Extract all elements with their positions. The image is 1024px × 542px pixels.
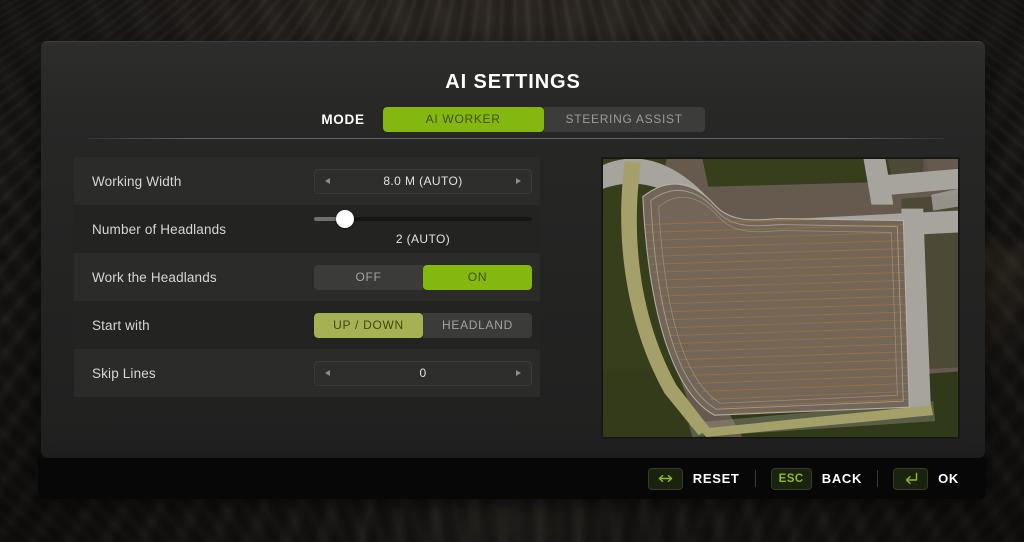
mode-selector-row: MODE AI WORKER STEERING ASSIST (41, 107, 985, 132)
headlands-slider-knob[interactable] (336, 210, 354, 228)
key-hint-back[interactable]: ESC BACK (771, 468, 863, 490)
field-preview-frame (601, 157, 960, 439)
work-headlands-option-off[interactable]: OFF (314, 265, 423, 290)
start-with-option-headland[interactable]: HEADLAND (423, 313, 532, 338)
key-hint-ok-label: OK (938, 471, 959, 486)
key-hint-reset-label: RESET (693, 471, 740, 486)
key-hint-ok[interactable]: OK (893, 468, 959, 490)
key-hint-separator-1 (755, 470, 756, 487)
headlands-slider-value: 2 (AUTO) (314, 232, 532, 246)
key-hint-separator-2 (877, 470, 878, 487)
working-width-value: 8.0 M (AUTO) (383, 174, 462, 188)
headlands-slider[interactable]: 2 (AUTO) (314, 206, 532, 252)
work-headlands-toggle[interactable]: OFF ON (314, 265, 532, 290)
setting-control-skip-lines: 0 (314, 361, 532, 386)
working-width-stepper[interactable]: 8.0 M (AUTO) (314, 169, 532, 194)
field-preview-svg (603, 159, 958, 437)
setting-control-working-width: 8.0 M (AUTO) (314, 169, 532, 194)
setting-row-work-the-headlands: Work the Headlands OFF ON (74, 253, 540, 301)
reset-arrows-icon[interactable] (648, 468, 683, 490)
working-width-increase-icon[interactable] (516, 178, 521, 184)
tab-steering-assist[interactable]: STEERING ASSIST (544, 107, 705, 132)
setting-label-skip-lines: Skip Lines (92, 366, 156, 381)
skip-lines-decrease-icon[interactable] (325, 370, 330, 376)
setting-label-work-the-headlands: Work the Headlands (92, 270, 217, 285)
skip-lines-stepper[interactable]: 0 (314, 361, 532, 386)
settings-list: Working Width 8.0 M (AUTO) Number of Hea… (74, 157, 540, 397)
tab-ai-worker[interactable]: AI WORKER (383, 107, 544, 132)
setting-control-number-of-headlands: 2 (AUTO) (314, 206, 532, 252)
setting-control-work-the-headlands: OFF ON (314, 265, 532, 290)
setting-row-number-of-headlands: Number of Headlands 2 (AUTO) (74, 205, 540, 253)
screen-root: AI SETTINGS MODE AI WORKER STEERING ASSI… (0, 0, 1024, 542)
key-hint-back-label: BACK (822, 471, 862, 486)
start-with-toggle[interactable]: UP / DOWN HEADLAND (314, 313, 532, 338)
setting-row-start-with: Start with UP / DOWN HEADLAND (74, 301, 540, 349)
dialog-title: AI SETTINGS (41, 71, 985, 94)
esc-key-cap[interactable]: ESC (771, 468, 812, 490)
field-preview-map (603, 159, 958, 437)
ai-settings-dialog: AI SETTINGS MODE AI WORKER STEERING ASSI… (41, 41, 985, 458)
setting-label-number-of-headlands: Number of Headlands (92, 222, 226, 237)
bottom-key-hint-bar: RESET ESC BACK OK (38, 458, 986, 499)
skip-lines-value: 0 (419, 366, 426, 380)
setting-label-working-width: Working Width (92, 174, 181, 189)
enter-key-icon[interactable] (893, 468, 928, 490)
mode-label: MODE (321, 112, 364, 127)
mode-segmented-control[interactable]: AI WORKER STEERING ASSIST (383, 107, 705, 132)
skip-lines-increase-icon[interactable] (516, 370, 521, 376)
setting-row-working-width: Working Width 8.0 M (AUTO) (74, 157, 540, 205)
working-width-decrease-icon[interactable] (325, 178, 330, 184)
key-hint-reset[interactable]: RESET (648, 468, 740, 490)
start-with-option-up-down[interactable]: UP / DOWN (314, 313, 423, 338)
setting-label-start-with: Start with (92, 318, 150, 333)
setting-row-skip-lines: Skip Lines 0 (74, 349, 540, 397)
setting-control-start-with: UP / DOWN HEADLAND (314, 313, 532, 338)
header-divider (88, 138, 944, 139)
work-headlands-option-on[interactable]: ON (423, 265, 532, 290)
